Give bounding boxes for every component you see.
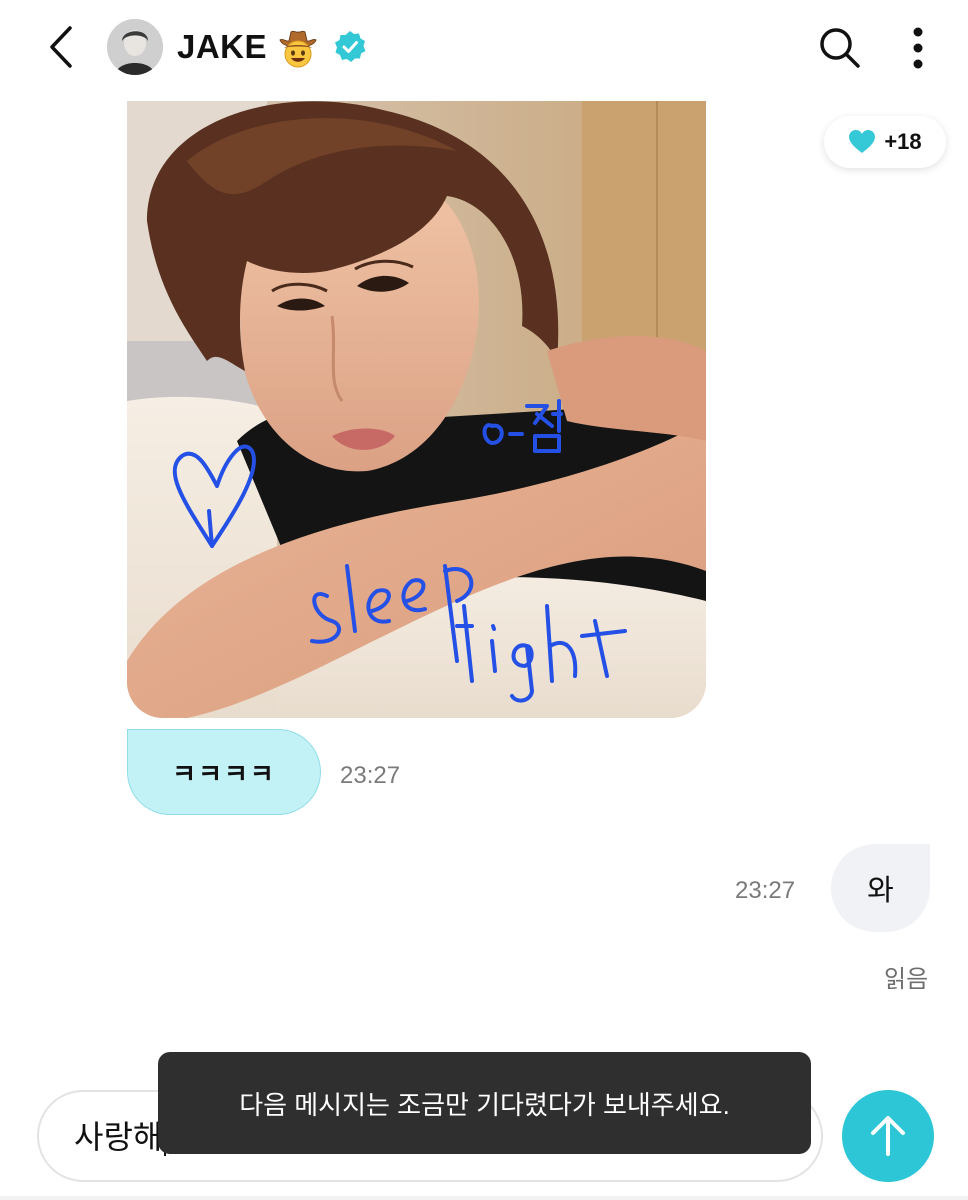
arrow-up-icon <box>871 1116 905 1156</box>
reaction-chip[interactable]: +18 <box>824 116 946 168</box>
message-input-value: 사랑해 <box>74 1112 167 1158</box>
chat-header: JAKE <box>0 0 968 96</box>
photo-message[interactable] <box>127 101 706 718</box>
search-button[interactable] <box>812 20 868 76</box>
reaction-count: +18 <box>884 129 922 154</box>
message-input-text: 사랑해 <box>74 1119 163 1155</box>
sent-message-bubble[interactable]: 와 <box>831 844 930 932</box>
page-title: JAKE <box>177 28 268 65</box>
chat-title-group: JAKE <box>177 24 367 70</box>
toast-text: 다음 메시지는 조금만 기다렸다가 보내주세요. <box>239 1089 730 1120</box>
message-timestamp: 23:27 <box>735 877 796 904</box>
message-timestamp: 23:27 <box>340 762 401 789</box>
back-button[interactable] <box>36 22 86 72</box>
received-message-bubble[interactable]: ㅋㅋㅋㅋ <box>127 729 321 815</box>
more-vertical-icon <box>913 27 923 69</box>
avatar[interactable] <box>107 19 163 75</box>
message-text: ㅋㅋㅋㅋ <box>172 758 276 789</box>
chat-screen: JAKE +18 ㅋㅋㅋㅋ 23:27 23:27 와 읽음 사랑해 다음 메시… <box>0 0 968 1200</box>
heart-icon <box>849 130 876 153</box>
cowboy-face-emoji-icon <box>279 30 317 68</box>
read-status: 읽음 <box>884 966 929 993</box>
send-button[interactable] <box>842 1090 934 1182</box>
search-icon <box>820 28 860 68</box>
divider <box>0 1196 968 1200</box>
verified-badge-icon <box>335 31 366 62</box>
message-text: 와 <box>867 875 894 907</box>
chevron-left-icon <box>50 26 72 68</box>
more-options-button[interactable] <box>896 20 940 76</box>
toast-notification: 다음 메시지는 조금만 기다렸다가 보내주세요. <box>158 1052 811 1154</box>
